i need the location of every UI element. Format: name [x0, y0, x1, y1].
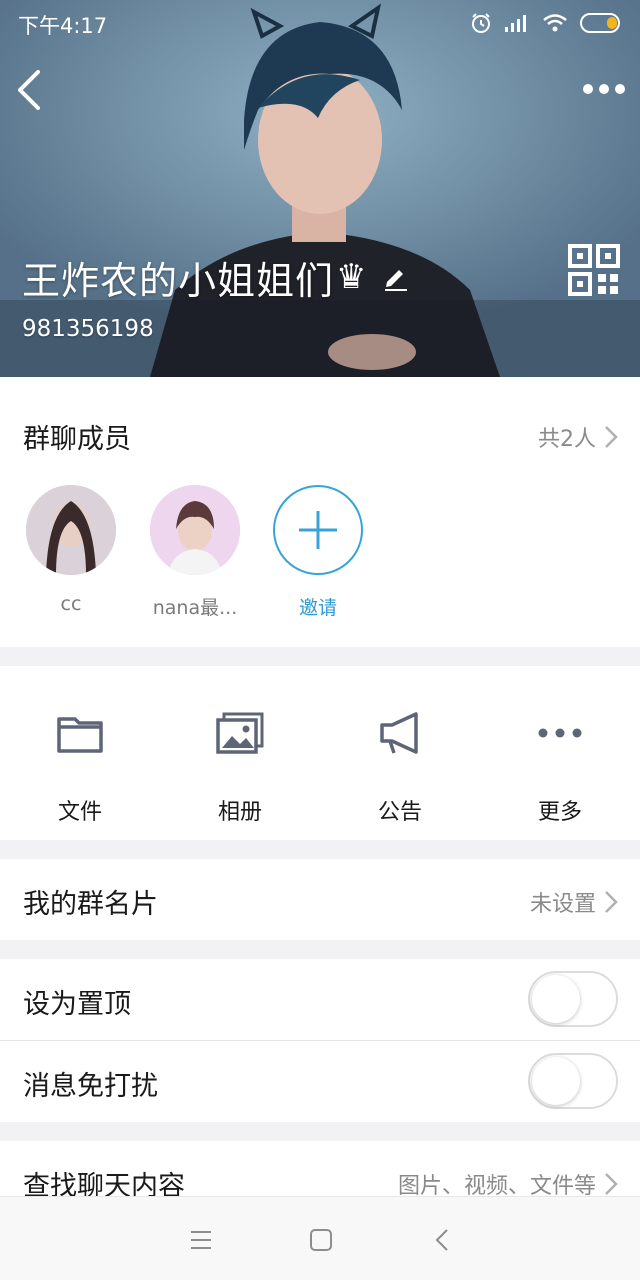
my-group-card-row[interactable]: 我的群名片 未设置	[0, 859, 640, 940]
invite-circle	[273, 485, 363, 575]
member-item[interactable]: nana最...	[149, 485, 241, 620]
member-name: nana最...	[152, 597, 238, 619]
more-icon	[538, 728, 582, 738]
plus-icon	[299, 511, 337, 549]
announcement-action[interactable]: 公告	[320, 666, 480, 840]
my-group-card-value: 未设置	[529, 892, 596, 917]
mute-notifications-label: 消息免打扰	[23, 1071, 158, 1102]
album-action[interactable]: 相册	[160, 666, 320, 840]
files-label: 文件	[57, 800, 102, 825]
member-avatar	[26, 485, 116, 575]
status-bar: 下午4:17	[0, 0, 640, 46]
announcement-label: 公告	[377, 800, 422, 825]
album-icon	[216, 712, 264, 754]
group-name: 王炸农的小姐姐们	[22, 258, 335, 303]
group-id: 981356198	[22, 316, 154, 342]
chevron-right-icon	[605, 1173, 618, 1195]
more-label: 更多	[537, 800, 582, 825]
member-name: cc	[60, 593, 82, 615]
pin-to-top-row: 设为置顶	[0, 959, 640, 1040]
files-action[interactable]: 文件	[0, 666, 160, 840]
mute-notifications-toggle[interactable]	[528, 1053, 618, 1109]
system-navigation-bar	[0, 1196, 640, 1280]
battery-icon	[580, 13, 620, 33]
group-members-section: 群聊成员 共2人 cc nana最... 邀请	[0, 377, 640, 647]
more-options-button[interactable]	[580, 74, 628, 104]
back-button[interactable]	[10, 64, 50, 116]
announcement-icon	[380, 712, 418, 754]
status-time: 下午4:17	[18, 14, 108, 38]
my-group-card-label: 我的群名片	[23, 889, 158, 920]
invite-label: 邀请	[298, 597, 337, 619]
wifi-icon	[543, 14, 567, 32]
group-header-banner: 下午4:17 王炸农的小姐姐们 ♛ 981356198	[0, 0, 640, 377]
member-item[interactable]: cc	[25, 485, 117, 615]
quick-actions-bar: 文件 相册 公告 更多	[0, 666, 640, 840]
edit-name-icon[interactable]	[381, 262, 411, 292]
member-avatar	[150, 485, 240, 575]
chevron-right-icon	[605, 426, 618, 448]
invite-member-button[interactable]: 邀请	[272, 485, 364, 620]
pin-to-top-label: 设为置顶	[23, 989, 131, 1020]
crown-icon: ♛	[336, 257, 367, 297]
pin-to-top-toggle[interactable]	[528, 971, 618, 1027]
folder-icon	[57, 717, 103, 753]
more-action[interactable]: 更多	[480, 666, 640, 840]
mute-notifications-row: 消息免打扰	[0, 1041, 640, 1122]
members-count: 共2人	[538, 427, 596, 452]
album-label: 相册	[217, 800, 262, 825]
qr-code-icon[interactable]	[568, 244, 620, 296]
members-count-link[interactable]: 共2人	[538, 421, 618, 453]
menu-icon[interactable]	[186, 1225, 216, 1255]
alarm-icon	[472, 13, 490, 33]
members-title: 群聊成员	[23, 424, 131, 455]
home-icon[interactable]	[306, 1225, 336, 1255]
signal-icon	[505, 15, 526, 32]
back-nav-icon[interactable]	[428, 1225, 458, 1255]
chevron-right-icon	[605, 891, 618, 913]
